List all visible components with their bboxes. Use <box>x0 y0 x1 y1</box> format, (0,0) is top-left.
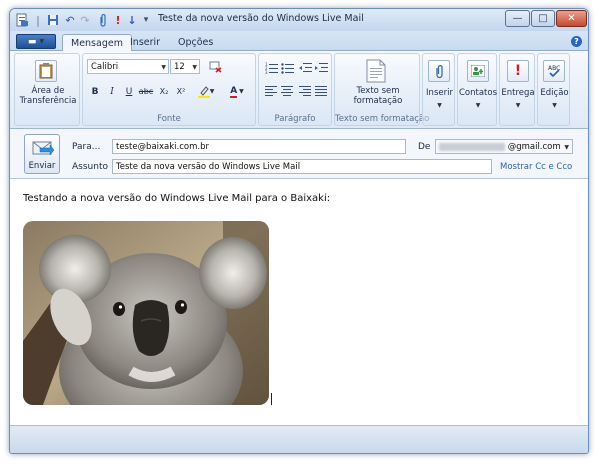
font-family-value: Calibri <box>91 62 119 72</box>
paragraph-group: 123 Parágrafo <box>258 53 332 126</box>
compose-header: Enviar Para... teste@baixaki.com.br De @… <box>10 129 588 179</box>
chevron-down-icon: ▼ <box>39 38 45 45</box>
clear-formatting-icon[interactable] <box>207 59 223 74</box>
chevron-down-icon: ▼ <box>437 102 442 109</box>
title-bar: | ↶ ↷ ! ↓ ▾ Teste da nova versão do Wind… <box>10 9 588 31</box>
redo-icon[interactable]: ↷ <box>78 12 92 28</box>
koala-photo <box>23 221 269 405</box>
superscript-button[interactable]: X² <box>173 84 189 99</box>
from-value: @gmail.com <box>507 142 561 152</box>
undo-icon[interactable]: ↶ <box>63 12 77 28</box>
high-priority-icon[interactable]: ! <box>111 12 125 28</box>
editing-label: Edição <box>540 88 569 98</box>
contacts-group[interactable]: Contatos ▼ <box>457 53 497 126</box>
chevron-down-icon: ▼ <box>515 102 521 109</box>
contacts-label: Contatos <box>458 88 498 98</box>
app-icon[interactable] <box>14 12 30 28</box>
from-label: De <box>418 142 431 152</box>
mail-window: | ↶ ↷ ! ↓ ▾ Teste da nova versão do Wind… <box>9 8 589 454</box>
highlight-color-button[interactable]: ▼ <box>195 84 217 99</box>
app-menu-icon: ▬ <box>27 36 37 47</box>
plain-text-group: Texto sem formatação Texto sem formataçã… <box>334 53 430 126</box>
subject-field[interactable]: Teste da nova versão do Windows Live Mai… <box>112 159 492 174</box>
clipboard-label-2: Transferência <box>19 96 77 106</box>
font-size-value: 12 <box>174 62 185 72</box>
minimize-button[interactable]: — <box>505 10 530 27</box>
plain-text-group-label: Texto sem formatação <box>335 114 430 124</box>
ribbon: Área de Transferência Calibri ▼ 12 ▼ B I… <box>10 51 588 129</box>
subscript-button[interactable]: X₂ <box>156 84 172 99</box>
chevron-down-icon: ▼ <box>239 88 244 95</box>
low-priority-icon[interactable]: ↓ <box>125 12 139 28</box>
customize-toolbar-icon[interactable]: ▾ <box>140 12 152 28</box>
editing-group[interactable]: ABC Edição ▼ <box>537 53 570 126</box>
from-account-blurred <box>439 142 505 151</box>
align-left-icon[interactable] <box>263 84 279 99</box>
delivery-label: Entrega <box>501 88 535 98</box>
clipboard-group[interactable]: Área de Transferência <box>14 53 80 126</box>
font-color-icon: A <box>230 85 238 98</box>
app-menu-button[interactable]: ▬ ▼ <box>16 34 56 49</box>
plain-text-label-2[interactable]: formatação <box>335 96 421 106</box>
numbered-list-icon[interactable]: 123 <box>263 60 279 75</box>
tab-inserir[interactable]: Inserir <box>122 34 168 51</box>
italic-button[interactable]: I <box>104 84 120 99</box>
close-button[interactable]: ✕ <box>556 10 587 27</box>
send-button[interactable]: Enviar <box>24 134 60 174</box>
paragraph-group-label: Parágrafo <box>274 114 316 124</box>
justify-icon[interactable] <box>313 84 329 99</box>
to-label[interactable]: Para... <box>72 142 100 152</box>
ribbon-tab-row: ▬ ▼ Mensagem Inserir Opções ? <box>10 31 588 52</box>
send-icon <box>32 139 55 160</box>
svg-text:3: 3 <box>265 70 268 74</box>
maximize-button[interactable]: □ <box>531 10 555 27</box>
contacts-icon <box>467 60 489 82</box>
body-text: Testando a nova versão do Windows Live M… <box>23 193 331 204</box>
insert-group[interactable]: Inserir ▼ <box>422 53 455 126</box>
status-bar <box>10 425 588 453</box>
chevron-down-icon: ▼ <box>552 102 557 109</box>
help-icon[interactable]: ? <box>571 36 582 47</box>
from-select[interactable]: @gmail.com ▼ <box>435 139 573 154</box>
separator-icon: | <box>36 13 40 27</box>
clipboard-icon <box>35 60 57 82</box>
send-label: Enviar <box>28 161 56 171</box>
increase-indent-icon[interactable] <box>313 60 329 75</box>
underline-button[interactable]: U <box>121 84 137 99</box>
chevron-down-icon: ▼ <box>475 102 481 109</box>
show-cc-bcc-link[interactable]: Mostrar Cc e Cco <box>500 162 572 172</box>
bullet-list-icon[interactable] <box>279 60 295 75</box>
tab-opcoes[interactable]: Opções <box>170 34 221 51</box>
decrease-indent-icon[interactable] <box>297 60 313 75</box>
font-size-select[interactable]: 12 ▼ <box>170 59 200 74</box>
chevron-down-icon: ▼ <box>209 88 215 95</box>
paperclip-icon <box>428 60 450 82</box>
to-field[interactable]: teste@baixaki.com.br <box>112 139 406 154</box>
attach-icon[interactable] <box>96 12 110 28</box>
font-family-select[interactable]: Calibri ▼ <box>87 59 169 74</box>
subject-label: Assunto <box>72 162 108 172</box>
align-right-icon[interactable] <box>297 84 313 99</box>
delivery-group[interactable]: ! Entrega ▼ <box>499 53 535 126</box>
chevron-down-icon: ▼ <box>161 64 166 71</box>
priority-icon: ! <box>507 60 529 82</box>
insert-label: Inserir <box>426 88 453 98</box>
text-caret <box>271 393 272 405</box>
strikethrough-button[interactable]: abc <box>138 84 154 99</box>
font-group: Calibri ▼ 12 ▼ B I U abc X₂ X² ▼ A ▼ Fon… <box>82 53 256 126</box>
bold-button[interactable]: B <box>87 84 103 99</box>
window-title: Teste da nova versão do Windows Live Mai… <box>158 13 364 24</box>
clipboard-label-1: Área de <box>31 86 65 96</box>
font-color-button[interactable]: A ▼ <box>225 84 249 99</box>
message-body[interactable]: Testando a nova versão do Windows Live M… <box>10 179 588 425</box>
plain-text-label-1[interactable]: Texto sem <box>335 86 421 96</box>
spellcheck-icon: ABC <box>543 60 565 82</box>
font-group-label: Fonte <box>157 114 181 124</box>
plain-text-icon[interactable] <box>365 59 387 86</box>
save-icon[interactable] <box>46 12 60 28</box>
chevron-down-icon: ▼ <box>192 64 197 71</box>
align-center-icon[interactable] <box>279 84 295 99</box>
chevron-down-icon: ▼ <box>564 144 569 151</box>
